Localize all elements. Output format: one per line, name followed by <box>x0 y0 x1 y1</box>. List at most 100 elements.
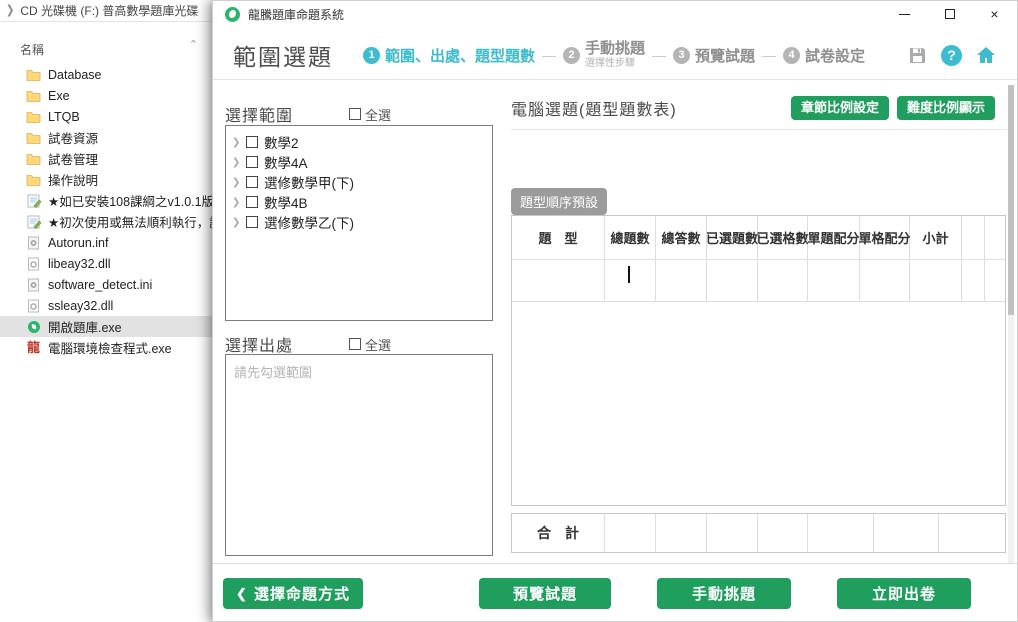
sort-ascending-icon[interactable]: ⌃ <box>189 38 198 51</box>
file-row[interactable]: ★初次使用或無法順利執行，請 <box>0 211 212 232</box>
right-panel-divider <box>511 129 1007 130</box>
chevron-right-icon[interactable]: ❯ <box>232 197 240 208</box>
step-2-manual-pick[interactable]: 2 手動挑題 選擇性步驟 <box>563 41 645 69</box>
manual-pick-button[interactable]: 手動挑題 <box>657 578 791 609</box>
chevron-right-icon[interactable]: ❯ <box>232 217 240 228</box>
computer-select-title: 電腦選題(題型題數表) <box>511 96 677 120</box>
range-item-checkbox[interactable] <box>246 156 258 168</box>
chevron-right-icon[interactable]: ❯ <box>232 177 240 188</box>
maximize-button[interactable] <box>927 1 972 27</box>
range-tree-item[interactable]: ❯ 數學2 <box>232 132 488 152</box>
range-tree-item[interactable]: ❯ 選修數學甲(下) <box>232 172 488 192</box>
range-tree-item[interactable]: ❯ 選修數學乙(下) <box>232 212 488 232</box>
file-row[interactable]: Exe <box>0 85 212 106</box>
breadcrumb-path: CD 光碟機 (F:) 普高數學題庫光碟 <box>20 2 198 19</box>
col-selected-blanks: 已選格數 <box>758 216 808 260</box>
footer-divider <box>213 563 1017 564</box>
difficulty-ratio-button[interactable]: 難度比例顯示 <box>897 96 995 120</box>
col-question-type: 題 型 <box>512 216 605 260</box>
file-row[interactable]: LTQB <box>0 106 212 127</box>
range-item-checkbox[interactable] <box>246 136 258 148</box>
range-item-checkbox[interactable] <box>246 176 258 188</box>
dll-file-icon <box>26 298 41 313</box>
back-to-method-button[interactable]: ❮ 選擇命題方式 <box>223 578 363 609</box>
chevron-right-icon[interactable]: ❯ <box>232 157 240 168</box>
gear-file-icon <box>26 277 41 292</box>
range-item-checkbox[interactable] <box>246 216 258 228</box>
range-tree-item[interactable]: ❯ 數學4B <box>232 192 488 212</box>
folder-icon <box>26 151 41 166</box>
file-row[interactable]: ssleay32.dll <box>0 295 212 316</box>
source-select-all[interactable]: 全選 <box>349 335 391 354</box>
file-row[interactable]: 試卷資源 <box>0 127 212 148</box>
range-select-all[interactable]: 全選 <box>349 105 391 124</box>
text-cursor <box>628 266 630 283</box>
total-cell <box>758 514 808 552</box>
chevron-right-icon[interactable]: ❯ <box>6 4 14 17</box>
dll-file-icon <box>26 256 41 271</box>
step-4-exam-settings[interactable]: 4 試卷設定 <box>783 45 865 66</box>
cell-empty <box>985 260 1005 302</box>
file-list: Database Exe LTQB 試卷資源 試卷管理 操作說明 ★如已安裝10… <box>0 64 212 358</box>
total-cell <box>707 514 758 552</box>
app-green-icon <box>26 319 41 334</box>
close-button[interactable]: × <box>972 1 1017 27</box>
generate-exam-button[interactable]: 立即出卷 <box>837 578 971 609</box>
col-empty <box>962 216 985 260</box>
source-select-all-checkbox[interactable] <box>349 338 361 350</box>
cell-selected-questions[interactable] <box>707 260 758 302</box>
computer-select-header: 電腦選題(題型題數表) 章節比例設定 難度比例顯示 <box>511 96 995 120</box>
file-explorer-pane: ❯ CD 光碟機 (F:) 普高數學題庫光碟 名稱 ⌃ Database Exe… <box>0 0 212 622</box>
total-cell <box>808 514 874 552</box>
source-list-box[interactable]: 請先勾選範圍 <box>225 354 493 556</box>
file-row[interactable]: Database <box>0 64 212 85</box>
folder-icon <box>26 130 41 145</box>
table-input-row <box>512 260 1005 302</box>
file-row[interactable]: ★如已安裝108課綱之v1.0.1版題 <box>0 190 212 211</box>
range-tree-item[interactable]: ❯ 數學4A <box>232 152 488 172</box>
help-icon[interactable]: ? <box>941 45 962 66</box>
name-column-header[interactable]: 名稱 ⌃ <box>0 36 212 62</box>
cell-points-per-blank[interactable] <box>860 260 910 302</box>
home-icon[interactable] <box>975 44 997 66</box>
cell-question-type[interactable] <box>512 260 605 302</box>
cell-total-answers[interactable] <box>656 260 707 302</box>
file-row[interactable]: 試卷管理 <box>0 148 212 169</box>
cell-subtotal[interactable] <box>910 260 962 302</box>
file-row[interactable]: libeay32.dll <box>0 253 212 274</box>
page-header: 範圍選題 1 範圍、出處、題型題數 — 2 手動挑題 選擇性步驟 — 3 預覽試… <box>213 27 1017 79</box>
cell-points-per-question[interactable] <box>808 260 860 302</box>
preview-questions-button[interactable]: 預覽試題 <box>479 578 611 609</box>
minimize-icon <box>899 14 910 15</box>
gear-file-icon <box>26 235 41 250</box>
folder-icon <box>26 67 41 82</box>
maximize-icon <box>945 9 955 19</box>
file-row[interactable]: software_detect.ini <box>0 274 212 295</box>
question-type-table: 題 型 總題數 總答數 已選題數 已選格數 單題配分 單格配分 小計 <box>511 215 1006 506</box>
file-row-selected[interactable]: 開啟題庫.exe <box>0 316 212 337</box>
file-row[interactable]: Autorun.inf <box>0 232 212 253</box>
source-placeholder: 請先勾選範圍 <box>226 355 492 388</box>
source-section-header: 選擇出處 全選 <box>225 332 491 356</box>
save-icon[interactable] <box>906 44 928 66</box>
cell-total-questions-input[interactable] <box>605 260 656 302</box>
range-select-all-checkbox[interactable] <box>349 108 361 120</box>
minimize-button[interactable] <box>882 1 927 27</box>
app-window: 龍騰題庫命題系統 × 範圍選題 1 範圍、出處、題型題數 — 2 手動挑題 選擇… <box>212 0 1018 622</box>
cell-selected-blanks[interactable] <box>758 260 808 302</box>
question-order-button[interactable]: 題型順序預設 <box>511 188 607 215</box>
scrollbar-thumb[interactable] <box>1008 85 1014 315</box>
breadcrumb[interactable]: ❯ CD 光碟機 (F:) 普高數學題庫光碟 <box>0 0 212 22</box>
chevron-right-icon[interactable]: ❯ <box>232 137 240 148</box>
col-selected-questions: 已選題數 <box>707 216 758 260</box>
file-row[interactable]: 龍 電腦環境檢查程式.exe <box>0 337 212 358</box>
chapter-ratio-button[interactable]: 章節比例設定 <box>791 96 889 120</box>
note-file-icon <box>26 214 41 229</box>
range-item-checkbox[interactable] <box>246 196 258 208</box>
table-header-row: 題 型 總題數 總答數 已選題數 已選格數 單題配分 單格配分 小計 <box>512 216 1005 260</box>
vertical-scrollbar[interactable] <box>1008 85 1014 563</box>
file-row[interactable]: 操作說明 <box>0 169 212 190</box>
step-3-preview[interactable]: 3 預覽試題 <box>673 45 755 66</box>
step-1-range[interactable]: 1 範圍、出處、題型題數 <box>363 45 535 66</box>
chevron-left-icon: ❮ <box>236 586 248 602</box>
